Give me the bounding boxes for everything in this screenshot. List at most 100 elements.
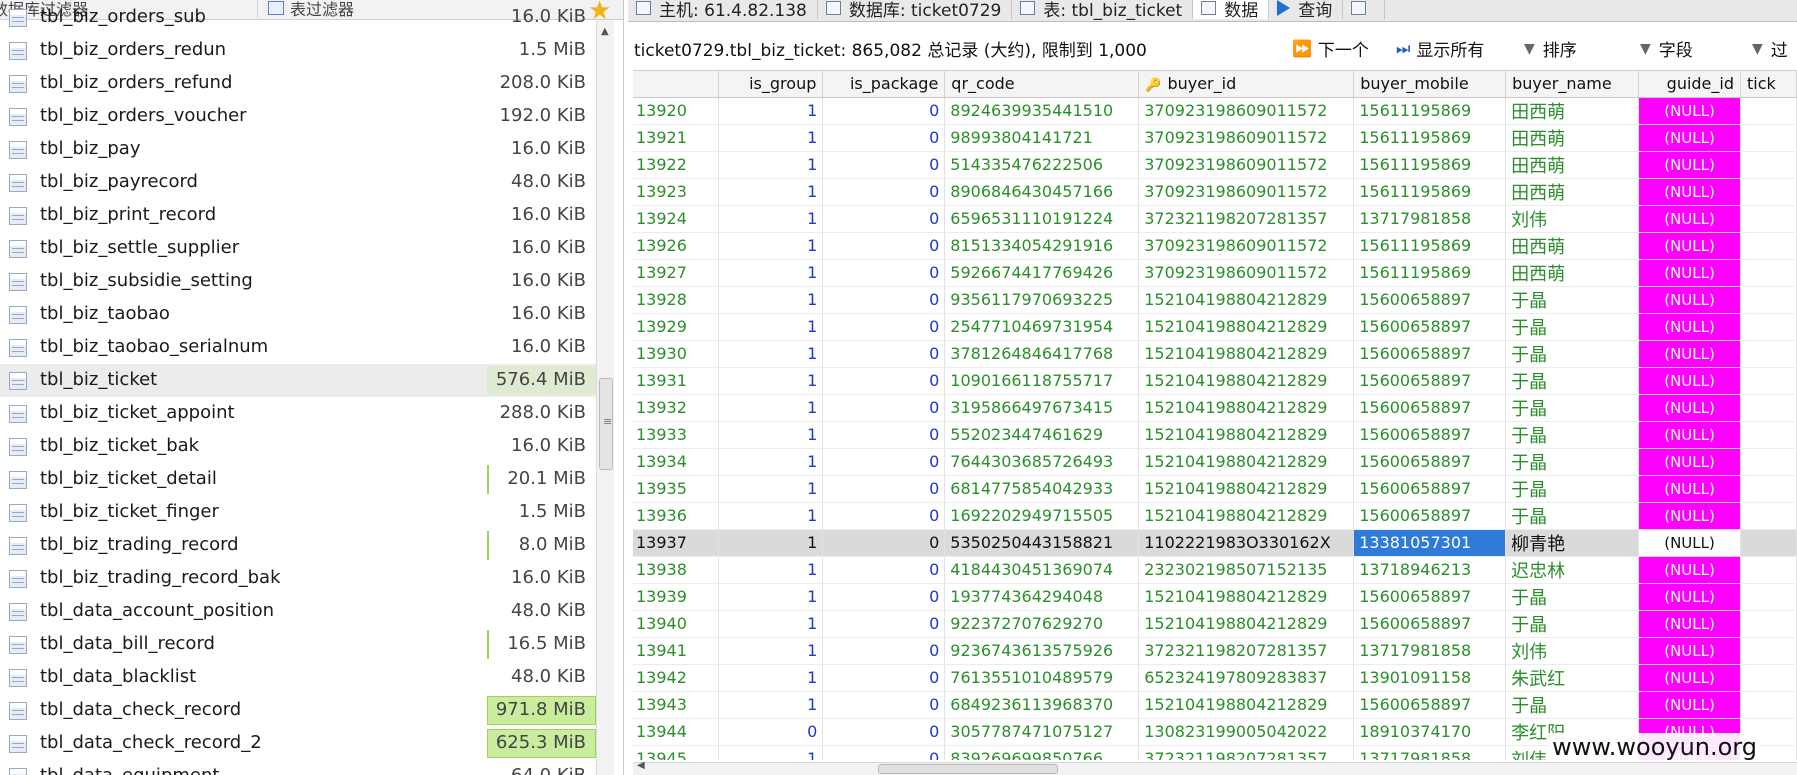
table-row[interactable]: 13942 1 0 7613551010489579 65232419780928383… xyxy=(633,664,1797,692)
table-list-item[interactable]: tbl_data_blacklist 48.0 KiB xyxy=(0,661,596,694)
table-row[interactable]: 13933 1 0 552023447461629 152104198804212829… xyxy=(633,421,1797,449)
guide-id-cell[interactable]: (NULL) xyxy=(1638,178,1741,206)
is-package-cell[interactable]: 0 xyxy=(822,745,946,760)
scroll-up-icon[interactable]: ▲ xyxy=(601,26,609,37)
buyer-name-cell[interactable]: 于晶 xyxy=(1505,583,1640,611)
buyer-mobile-cell[interactable]: 13718946213 xyxy=(1353,556,1507,584)
table-list-item[interactable]: tbl_data_bill_record 16.5 MiB xyxy=(0,628,596,661)
table-row[interactable]: 13939 1 0 193774364294048 152104198804212829… xyxy=(633,583,1797,611)
is-package-cell[interactable]: 0 xyxy=(822,124,946,152)
is-group-cell[interactable]: 1 xyxy=(718,178,824,206)
table-row[interactable]: 13924 1 0 6596531110191224 37232119820728135… xyxy=(633,205,1797,233)
buyer-id-cell[interactable]: 152104198804212829 xyxy=(1138,394,1355,422)
guide-id-cell[interactable]: (NULL) xyxy=(1638,232,1741,260)
buyer-id-cell[interactable]: 370923198609011572 xyxy=(1138,232,1355,260)
is-group-cell[interactable]: 0 xyxy=(718,718,824,746)
is-package-cell[interactable]: 0 xyxy=(822,448,946,476)
buyer-id-cell[interactable]: 152104198804212829 xyxy=(1138,475,1355,503)
row-id-cell[interactable]: 13937 xyxy=(633,529,720,557)
guide-id-cell[interactable]: (NULL) xyxy=(1638,97,1741,125)
row-id-cell[interactable]: 13933 xyxy=(633,421,720,449)
buyer-mobile-cell[interactable]: 15600658897 xyxy=(1353,691,1507,719)
ticket-cell[interactable] xyxy=(1740,394,1797,422)
is-package-cell[interactable]: 0 xyxy=(822,664,946,692)
is-group-cell[interactable]: 1 xyxy=(718,421,824,449)
qr-code-cell[interactable]: 922372707629270 xyxy=(944,610,1140,638)
buyer-id-cell[interactable]: 152104198804212829 xyxy=(1138,286,1355,314)
buyer-mobile-cell[interactable]: 15600658897 xyxy=(1353,448,1507,476)
is-group-cell[interactable]: 1 xyxy=(718,583,824,611)
buyer-mobile-cell[interactable]: 15600658897 xyxy=(1353,340,1507,368)
buyer-mobile-cell[interactable]: 15611195869 xyxy=(1353,97,1507,125)
qr-code-cell[interactable]: 1090166118755717 xyxy=(944,367,1140,395)
guide-id-cell[interactable]: (NULL) xyxy=(1638,313,1741,341)
is-group-cell[interactable]: 1 xyxy=(718,97,824,125)
table-list-item[interactable]: tbl_biz_orders_redun 1.5 MiB xyxy=(0,34,596,67)
buyer-name-cell[interactable]: 田西萌 xyxy=(1505,178,1640,206)
guide-id-cell[interactable]: (NULL) xyxy=(1638,286,1741,314)
guide-id-cell[interactable]: (NULL) xyxy=(1638,259,1741,287)
horizontal-scrollbar-thumb[interactable] xyxy=(878,764,1058,774)
buyer-id-cell[interactable]: 152104198804212829 xyxy=(1138,691,1355,719)
ticket-cell[interactable] xyxy=(1740,583,1797,611)
is-group-cell[interactable]: 1 xyxy=(718,259,824,287)
buyer-id-cell[interactable]: 370923198609011572 xyxy=(1138,124,1355,152)
guide-id-cell[interactable]: (NULL) xyxy=(1638,556,1741,584)
buyer-mobile-cell[interactable]: 15611195869 xyxy=(1353,124,1507,152)
row-id-cell[interactable]: 13926 xyxy=(633,232,720,260)
row-id-cell[interactable]: 13939 xyxy=(633,583,720,611)
ticket-cell[interactable] xyxy=(1740,232,1797,260)
buyer-id-cell[interactable]: 130823199005042022 xyxy=(1138,718,1355,746)
table-list-item[interactable]: tbl_biz_ticket 576.4 MiB xyxy=(0,364,596,397)
row-id-cell[interactable]: 13921 xyxy=(633,124,720,152)
is-group-cell[interactable]: 1 xyxy=(718,286,824,314)
is-package-cell[interactable]: 0 xyxy=(822,421,946,449)
buyer-mobile-cell[interactable]: 15611195869 xyxy=(1353,259,1507,287)
buyer-mobile-cell[interactable]: 15600658897 xyxy=(1353,421,1507,449)
is-group-cell[interactable]: 1 xyxy=(718,745,824,760)
guide-id-cell[interactable]: (NULL) xyxy=(1638,367,1741,395)
qr-code-cell[interactable]: 193774364294048 xyxy=(944,583,1140,611)
qr-code-cell[interactable]: 6814775854042933 xyxy=(944,475,1140,503)
is-package-cell[interactable]: 0 xyxy=(822,637,946,665)
buyer-id-cell[interactable]: 152104198804212829 xyxy=(1138,583,1355,611)
is-package-cell[interactable]: 0 xyxy=(822,259,946,287)
row-id-cell[interactable]: 13945 xyxy=(633,745,720,760)
is-group-cell[interactable]: 1 xyxy=(718,448,824,476)
is-group-cell[interactable]: 1 xyxy=(718,556,824,584)
buyer-mobile-cell[interactable]: 13381057301 xyxy=(1353,529,1507,557)
is-package-cell[interactable]: 0 xyxy=(822,529,946,557)
buyer-name-cell[interactable]: 朱武红 xyxy=(1505,664,1640,692)
buyer-mobile-cell[interactable]: 15611195869 xyxy=(1353,232,1507,260)
qr-code-cell[interactable]: 552023447461629 xyxy=(944,421,1140,449)
show-all-button[interactable]: ⏭ 显示所有 xyxy=(1396,36,1484,62)
is-package-cell[interactable]: 0 xyxy=(822,232,946,260)
is-package-cell[interactable]: 0 xyxy=(822,205,946,233)
table-row[interactable]: 13935 1 0 6814775854042933 15210419880421282… xyxy=(633,475,1797,503)
buyer-name-cell[interactable]: 柳青艳 xyxy=(1505,529,1640,557)
tab-database[interactable]: 数据库: ticket0729 xyxy=(818,0,1013,21)
table-row[interactable]: 13940 1 0 922372707629270 152104198804212829… xyxy=(633,610,1797,638)
qr-code-cell[interactable]: 6596531110191224 xyxy=(944,205,1140,233)
table-row[interactable]: 13941 1 0 9236743613575926 37232119820728135… xyxy=(633,637,1797,665)
qr-code-cell[interactable]: 4184430451369074 xyxy=(944,556,1140,584)
buyer-id-cell[interactable]: 372321198207281357 xyxy=(1138,745,1355,760)
is-package-cell[interactable]: 0 xyxy=(822,583,946,611)
guide-id-cell[interactable]: (NULL) xyxy=(1638,421,1741,449)
table-list-item[interactable]: tbl_biz_subsidie_setting 16.0 KiB xyxy=(0,265,596,298)
is-package-cell[interactable]: 0 xyxy=(822,502,946,530)
is-package-cell[interactable]: 0 xyxy=(822,394,946,422)
buyer-name-cell[interactable]: 田西萌 xyxy=(1505,259,1640,287)
guide-id-cell[interactable]: (NULL) xyxy=(1638,205,1741,233)
ticket-cell[interactable] xyxy=(1740,205,1797,233)
row-id-cell[interactable]: 13922 xyxy=(633,151,720,179)
row-id-cell[interactable]: 13938 xyxy=(633,556,720,584)
is-group-cell[interactable]: 1 xyxy=(718,637,824,665)
ticket-cell[interactable] xyxy=(1740,421,1797,449)
guide-id-cell[interactable]: (NULL) xyxy=(1638,151,1741,179)
qr-code-cell[interactable]: 9356117970693225 xyxy=(944,286,1140,314)
is-package-cell[interactable]: 0 xyxy=(822,178,946,206)
column-header-qr-code[interactable]: qr_code xyxy=(944,71,1140,98)
ticket-cell[interactable] xyxy=(1740,259,1797,287)
column-header-guide-id[interactable]: guide_id xyxy=(1638,71,1741,98)
